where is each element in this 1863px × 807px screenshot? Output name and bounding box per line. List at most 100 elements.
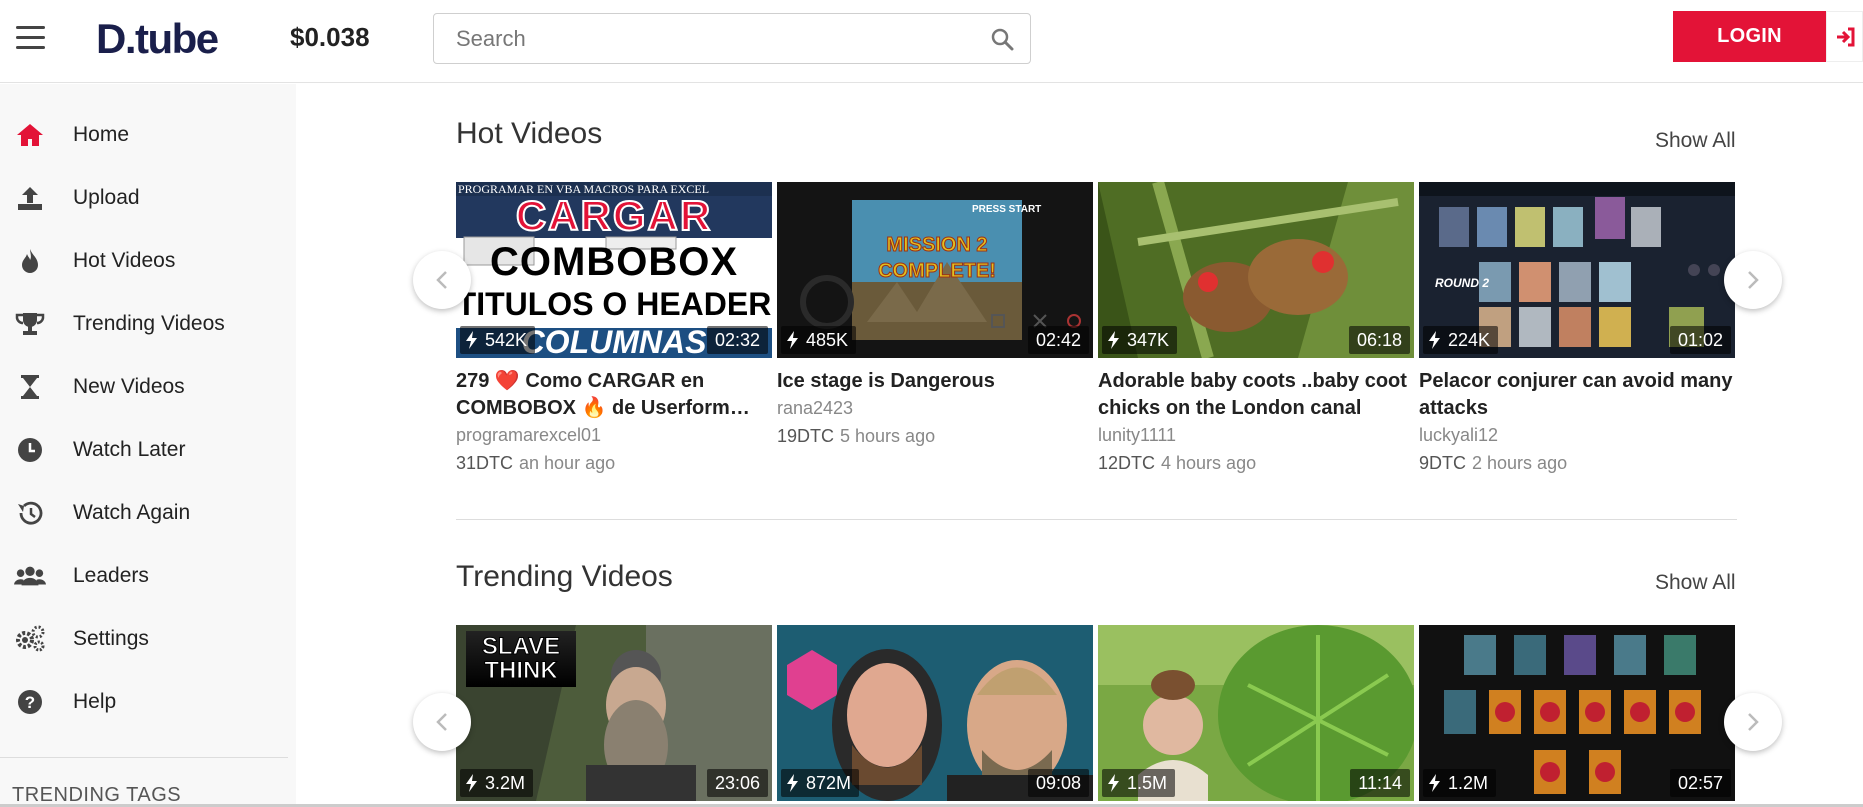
sidebar-item-trending[interactable]: Trending Videos	[0, 299, 296, 349]
video-card[interactable]: SLAVE THINK 3.2M 23:06	[456, 625, 772, 801]
thumb-caption-round: ROUND 2	[1435, 276, 1490, 290]
video-thumbnail[interactable]: 347K 06:18	[1098, 182, 1414, 358]
video-card[interactable]: 872M 09:08	[777, 625, 1093, 801]
video-author[interactable]: lunity1111	[1098, 422, 1414, 449]
video-card[interactable]: 1.2M 02:57	[1419, 625, 1735, 801]
video-thumbnail[interactable]: PROGRAMAR EN VBA MACROS PARA EXCEL CARGA…	[456, 182, 772, 358]
thumb-caption-cargar: CARGAR	[515, 191, 713, 240]
top-header: D.tube $0.038 LOGIN	[0, 0, 1863, 83]
video-author[interactable]: luckyali12	[1419, 422, 1735, 449]
video-title[interactable]: Ice stage is Dangerous	[777, 368, 1093, 395]
lightning-icon	[1429, 331, 1440, 349]
sidebar-divider	[0, 757, 288, 758]
video-card[interactable]: PRESS START MISSION 2 COMPLETE! 485K 02:…	[777, 182, 1093, 450]
view-count: 872M	[806, 772, 852, 793]
sidebar-item-hot-videos[interactable]: Hot Videos	[0, 236, 296, 286]
view-count: 347K	[1127, 329, 1170, 350]
sidebar-item-label: Watch Again	[73, 501, 191, 524]
section-divider	[456, 519, 1737, 520]
lightning-icon	[1108, 331, 1119, 349]
search-input[interactable]	[434, 14, 974, 63]
sidebar-item-label: Upload	[73, 186, 140, 209]
video-card[interactable]: PROGRAMAR EN VBA MACROS PARA EXCEL CARGA…	[456, 182, 772, 477]
view-count-badge: 224K	[1423, 326, 1499, 354]
video-thumbnail[interactable]: 872M 09:08	[777, 625, 1093, 801]
sidebar-item-new-videos[interactable]: New Videos	[0, 362, 296, 412]
sidebar-item-label: Leaders	[73, 564, 149, 587]
carousel-next-button[interactable]	[1724, 251, 1782, 309]
view-count: 1.2M	[1448, 772, 1489, 793]
chevron-right-icon	[1748, 713, 1759, 731]
carousel-prev-button[interactable]	[413, 251, 471, 309]
view-count-badge: 542K	[460, 326, 536, 354]
trending-show-all-link[interactable]: Show All	[1655, 571, 1736, 595]
sidebar-item-settings[interactable]: Settings	[0, 614, 296, 664]
sidebar-item-watch-later[interactable]: Watch Later	[0, 425, 296, 475]
video-thumbnail[interactable]: PRESS START MISSION 2 COMPLETE! 485K 02:…	[777, 182, 1093, 358]
dtube-logo[interactable]: D.tube	[96, 14, 219, 64]
lightning-icon	[466, 774, 477, 792]
view-count-badge: 3.2M	[460, 769, 534, 797]
chevron-right-icon	[1748, 271, 1759, 289]
dtc-value: 19DTC	[777, 426, 835, 446]
video-card[interactable]: 347K 06:18 Adorable baby coots ..baby co…	[1098, 182, 1414, 477]
sidebar-item-label: Settings	[73, 627, 149, 650]
sidebar-item-help[interactable]: ? Help	[0, 677, 296, 727]
time-ago: an hour ago	[519, 453, 616, 473]
video-author[interactable]: programarexcel01	[456, 422, 772, 449]
login-button[interactable]: LOGIN	[1673, 11, 1826, 62]
sidebar-item-label: Watch Later	[73, 438, 186, 461]
duration-badge: 11:14	[1350, 769, 1410, 797]
video-author[interactable]: rana2423	[777, 395, 1093, 422]
video-thumbnail[interactable]: 1.2M 02:57	[1419, 625, 1735, 801]
thumb-caption-complete: COMPLETE!	[878, 260, 997, 283]
thumb-caption-press-start: PRESS START	[972, 204, 1042, 215]
sidebar-item-label: Help	[73, 690, 117, 713]
time-ago: 5 hours ago	[840, 426, 936, 446]
clock-icon	[14, 434, 46, 466]
search-icon[interactable]	[990, 27, 1014, 51]
sidebar-item-label: Home	[73, 123, 130, 146]
sidebar-item-label: Trending Videos	[73, 312, 225, 335]
video-meta: 9DTC 2 hours ago	[1419, 449, 1735, 477]
video-thumbnail[interactable]: ROUND 2 224K 01:02	[1419, 182, 1735, 358]
video-title[interactable]: Adorable baby coots ..baby coot chicks o…	[1098, 368, 1414, 422]
video-meta: 12DTC 4 hours ago	[1098, 449, 1414, 477]
video-card[interactable]: ROUND 2 224K 01:02 Pelacor conjurer can …	[1419, 182, 1735, 477]
video-title[interactable]: 279 ❤️ Como CARGAR en COMBOBOX 🔥 de User…	[456, 368, 772, 422]
sign-in-icon[interactable]	[1826, 11, 1863, 62]
view-count: 3.2M	[485, 772, 526, 793]
thumb-caption-mission: MISSION 2	[886, 234, 988, 257]
sidebar-item-home[interactable]: Home	[0, 110, 296, 160]
view-count-badge: 1.5M	[1102, 769, 1176, 797]
duration-badge: 23:06	[706, 769, 768, 797]
sidebar-item-upload[interactable]: Upload	[0, 173, 296, 223]
video-card[interactable]: 1.5M 11:14	[1098, 625, 1414, 801]
thumb-caption-combobox: COMBOBOX	[490, 240, 738, 284]
lightning-icon	[787, 331, 798, 349]
time-ago: 2 hours ago	[1472, 453, 1568, 473]
trending-videos-title: Trending Videos	[456, 560, 673, 593]
view-count: 224K	[1448, 329, 1491, 350]
trophy-icon	[14, 308, 46, 340]
sidebar: Home Upload Hot Videos Trending Videos N…	[0, 84, 296, 807]
video-title[interactable]: Pelacor conjurer can avoid many attacks	[1419, 368, 1735, 422]
carousel-next-button[interactable]	[1724, 693, 1782, 751]
users-icon	[14, 560, 46, 592]
hot-show-all-link[interactable]: Show All	[1655, 129, 1736, 153]
sidebar-item-watch-again[interactable]: Watch Again	[0, 488, 296, 538]
video-thumbnail[interactable]: SLAVE THINK 3.2M 23:06	[456, 625, 772, 801]
view-count-badge: 485K	[781, 326, 857, 354]
video-thumbnail[interactable]: 1.5M 11:14	[1098, 625, 1414, 801]
view-count-badge: 872M	[781, 769, 860, 797]
thumb-caption-slave-think: SLAVE THINK	[466, 631, 576, 687]
carousel-prev-button[interactable]	[413, 693, 471, 751]
lightning-icon	[1429, 774, 1440, 792]
search-box	[433, 13, 1031, 64]
dtc-value: 9DTC	[1419, 453, 1467, 473]
dtc-value: 12DTC	[1098, 453, 1156, 473]
menu-icon[interactable]	[16, 26, 45, 52]
view-count: 542K	[485, 329, 528, 350]
lightning-icon	[787, 774, 798, 792]
sidebar-item-leaders[interactable]: Leaders	[0, 551, 296, 601]
